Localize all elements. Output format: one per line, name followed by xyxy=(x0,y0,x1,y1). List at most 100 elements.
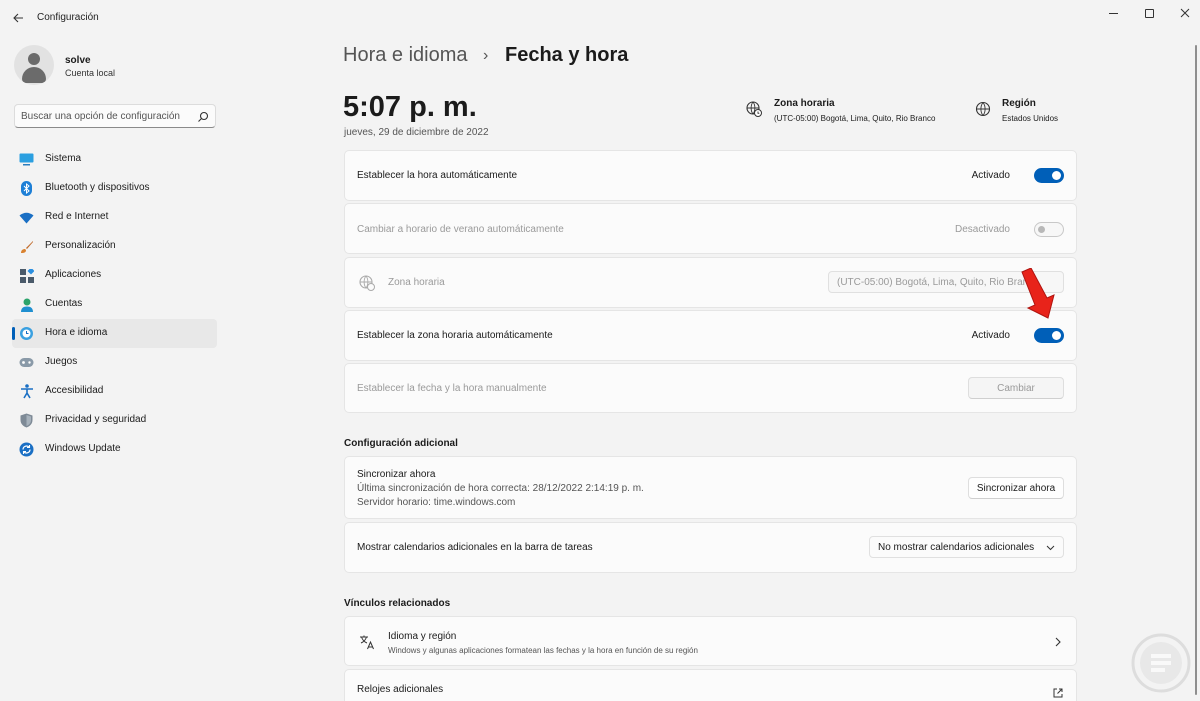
auto-timezone-toggle[interactable] xyxy=(1034,328,1064,343)
auto-time-toggle[interactable] xyxy=(1034,168,1064,183)
sidebar-item-juegos[interactable]: Juegos xyxy=(12,348,217,377)
auto-time-label: Establecer la hora automáticamente xyxy=(357,170,518,181)
search-input[interactable] xyxy=(21,109,191,124)
sync-title: Sincronizar ahora xyxy=(357,469,436,480)
globe-clock-icon xyxy=(746,101,762,117)
region-summary-title: Región xyxy=(1002,98,1036,109)
sidebar-item-windows-update[interactable]: Windows Update xyxy=(12,435,217,464)
sidebar-item-accesibilidad[interactable]: Accesibilidad xyxy=(12,377,217,406)
minimize-icon xyxy=(1108,12,1118,14)
close-button[interactable] xyxy=(1167,4,1200,22)
annotation-arrow-icon xyxy=(1021,268,1055,319)
dst-state: Desactivado xyxy=(954,224,1010,235)
maximize-icon xyxy=(1144,8,1154,18)
extra-clocks-link[interactable]: Relojes adicionales xyxy=(344,669,1077,701)
language-icon xyxy=(360,635,374,650)
language-region-title: Idioma y región xyxy=(388,631,457,642)
sidebar-item-personalizacion[interactable]: Personalización xyxy=(12,232,217,261)
current-time: 5:07 p. m. xyxy=(343,91,477,123)
breadcrumb-separator: › xyxy=(483,47,489,64)
related-links-heading: Vínculos relacionados xyxy=(344,598,451,609)
sidebar-item-hora-idioma[interactable]: Hora e idioma xyxy=(12,319,217,348)
current-date: jueves, 29 de diciembre de 2022 xyxy=(344,127,489,138)
auto-timezone-state: Activado xyxy=(971,330,1010,341)
auto-time-card: Establecer la hora automáticamente Activ… xyxy=(344,150,1077,201)
auto-timezone-card: Establecer la zona horaria automáticamen… xyxy=(344,310,1077,361)
sidebar-item-label: Aplicaciones xyxy=(45,269,102,280)
chevron-right-icon xyxy=(1055,637,1061,647)
sync-now-button[interactable]: Sincronizar ahora xyxy=(968,477,1064,499)
sidebar-item-privacidad[interactable]: Privacidad y seguridad xyxy=(12,406,217,435)
watermark-logo xyxy=(1131,633,1191,693)
sidebar-item-label: Bluetooth y dispositivos xyxy=(45,182,150,193)
globe-clock-icon xyxy=(359,275,375,291)
calendars-select[interactable]: No mostrar calendarios adicionales xyxy=(869,536,1064,558)
timezone-select-value: (UTC-05:00) Bogotá, Lima, Quito, Rio Bra… xyxy=(837,276,1039,288)
update-icon xyxy=(19,442,34,457)
globe-icon xyxy=(975,101,991,117)
sidebar-item-label: Sistema xyxy=(45,153,82,164)
manual-datetime-card: Establecer la fecha y la hora manualment… xyxy=(344,363,1077,413)
timezone-summary-value: (UTC-05:00) Bogotá, Lima, Quito, Rio Bra… xyxy=(774,114,936,123)
language-region-link[interactable]: Idioma y región Windows y algunas aplica… xyxy=(344,616,1077,666)
page-title: Fecha y hora xyxy=(505,44,629,66)
sidebar-item-aplicaciones[interactable]: Aplicaciones xyxy=(12,261,217,290)
calendars-label: Mostrar calendarios adicionales en la ba… xyxy=(357,542,593,553)
timezone-summary-title: Zona horaria xyxy=(774,98,835,109)
open-external-icon xyxy=(1053,688,1063,698)
apps-icon xyxy=(19,268,34,283)
language-region-desc: Windows y algunas aplicaciones formatean… xyxy=(388,646,698,655)
last-sync-text: Última sincronización de hora correcta: … xyxy=(357,483,644,494)
globe-clock-icon xyxy=(19,326,34,341)
change-datetime-button[interactable]: Cambiar xyxy=(968,377,1064,399)
sidebar-item-cuentas[interactable]: Cuentas xyxy=(12,290,217,319)
maximize-button[interactable] xyxy=(1131,4,1167,22)
sidebar-item-label: Red e Internet xyxy=(45,211,109,222)
title-bar: Configuración xyxy=(0,0,1200,36)
sidebar-item-red[interactable]: Red e Internet xyxy=(12,203,217,232)
calendars-select-value: No mostrar calendarios adicionales xyxy=(878,541,1035,553)
sidebar-item-label: Accesibilidad xyxy=(45,385,104,396)
sidebar-item-label: Personalización xyxy=(45,240,116,251)
auto-time-state: Activado xyxy=(971,170,1010,181)
chevron-down-icon xyxy=(1046,545,1055,551)
dst-label: Cambiar a horario de verano automáticame… xyxy=(357,224,564,235)
dst-toggle[interactable] xyxy=(1034,222,1064,237)
sidebar-item-label: Privacidad y seguridad xyxy=(45,414,147,425)
sidebar-item-sistema[interactable]: Sistema xyxy=(12,145,217,174)
sidebar-item-label: Cuentas xyxy=(45,298,83,309)
search-box[interactable] xyxy=(14,104,216,128)
search-icon[interactable] xyxy=(197,111,209,123)
monitor-icon xyxy=(19,152,34,167)
gamepad-icon xyxy=(19,355,34,370)
sidebar-item-bluetooth[interactable]: Bluetooth y dispositivos xyxy=(12,174,217,203)
accessibility-icon xyxy=(19,384,34,399)
app-title: Configuración xyxy=(37,12,99,23)
region-summary-value: Estados Unidos xyxy=(1002,114,1059,123)
additional-settings-heading: Configuración adicional xyxy=(344,438,458,449)
brush-icon xyxy=(19,239,34,254)
back-button[interactable] xyxy=(8,9,28,27)
avatar xyxy=(14,45,54,85)
auto-timezone-label: Establecer la zona horaria automáticamen… xyxy=(357,330,553,341)
back-arrow-icon xyxy=(12,13,23,23)
person-icon xyxy=(19,297,34,312)
breadcrumb-parent[interactable]: Hora e idioma xyxy=(343,44,468,66)
bluetooth-icon xyxy=(19,181,34,196)
calendars-card: Mostrar calendarios adicionales en la ba… xyxy=(344,522,1077,573)
minimize-button[interactable] xyxy=(1095,4,1131,22)
close-icon xyxy=(1180,8,1190,18)
sidebar-item-label: Juegos xyxy=(45,356,78,367)
shield-icon xyxy=(19,413,34,428)
sidebar-nav: Sistema Bluetooth y dispositivos Red e I… xyxy=(12,145,217,464)
account-type: Cuenta local xyxy=(65,68,116,78)
dst-card: Cambiar a horario de verano automáticame… xyxy=(344,203,1077,254)
timezone-label: Zona horaria xyxy=(388,277,445,288)
sidebar-item-label: Windows Update xyxy=(45,443,121,454)
breadcrumb: Hora e idioma › Fecha y hora xyxy=(343,44,628,67)
wifi-icon xyxy=(19,210,34,225)
scrollbar[interactable] xyxy=(1195,45,1197,695)
user-name: solve xyxy=(65,55,91,66)
manual-datetime-label: Establecer la fecha y la hora manualment… xyxy=(357,383,547,394)
sidebar-item-label: Hora e idioma xyxy=(45,327,108,338)
